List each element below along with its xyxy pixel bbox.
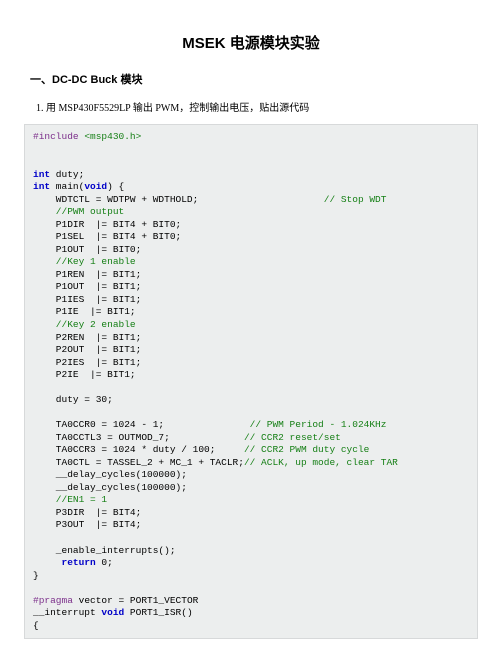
code-line: P3DIR |= BIT4; bbox=[33, 507, 141, 518]
code-token: #pragma bbox=[33, 595, 73, 606]
code-line: P2REN |= BIT1; bbox=[33, 332, 141, 343]
code-comment: //EN1 = 1 bbox=[33, 494, 107, 505]
code-line: P1OUT |= BIT1; bbox=[33, 281, 141, 292]
code-line: duty = 30; bbox=[33, 394, 113, 405]
code-comment: //PWM output bbox=[33, 206, 124, 217]
code-line: P1IE |= BIT1; bbox=[33, 306, 136, 317]
code-comment: // Stop WDT bbox=[324, 194, 387, 205]
code-line: __delay_cycles(100000); bbox=[33, 469, 187, 480]
code-line: _enable_interrupts(); bbox=[33, 545, 176, 556]
code-comment: // ACLK, up mode, clear TAR bbox=[244, 457, 398, 468]
code-line: P2IES |= BIT1; bbox=[33, 357, 141, 368]
code-line: P2IE |= BIT1; bbox=[33, 369, 136, 380]
code-comment: // CCR2 PWM duty cycle bbox=[244, 444, 369, 455]
code-token: ) { bbox=[107, 181, 124, 192]
code-block: #include <msp430.h> int duty; int main(v… bbox=[24, 124, 478, 639]
code-line: P1SEL |= BIT4 + BIT0; bbox=[33, 231, 181, 242]
code-token: __interrupt bbox=[33, 607, 101, 618]
code-line: P3OUT |= BIT4; bbox=[33, 519, 141, 530]
code-token: duty; bbox=[50, 169, 84, 180]
code-line bbox=[33, 557, 62, 568]
code-line: __delay_cycles(100000); bbox=[33, 482, 187, 493]
code-token: void bbox=[101, 607, 124, 618]
section-heading: 一、DC-DC Buck 模块 bbox=[30, 71, 472, 87]
code-token: int bbox=[33, 169, 50, 180]
code-line: P1DIR |= BIT4 + BIT0; bbox=[33, 219, 181, 230]
code-line: { bbox=[33, 620, 39, 631]
code-line: TA0CTL = TASSEL_2 + MC_1 + TACLR; bbox=[33, 457, 244, 468]
code-line: P1OUT |= BIT0; bbox=[33, 244, 141, 255]
code-token: PORT1_ISR() bbox=[124, 607, 192, 618]
page-title: MSEK 电源模块实验 bbox=[30, 32, 472, 53]
code-token: main( bbox=[50, 181, 84, 192]
code-line: P2OUT |= BIT1; bbox=[33, 344, 141, 355]
code-token: 0; bbox=[96, 557, 113, 568]
code-line: TA0CCR3 = 1024 * duty / 100; bbox=[33, 444, 244, 455]
code-line: } bbox=[33, 570, 39, 581]
code-token: void bbox=[84, 181, 107, 192]
code-token: <msp430.h> bbox=[84, 131, 141, 142]
code-comment: //Key 2 enable bbox=[33, 319, 136, 330]
code-line: TA0CCTL3 = OUTMOD_7; bbox=[33, 432, 244, 443]
code-line: TA0CCR0 = 1024 - 1; bbox=[33, 419, 250, 430]
instruction-text: 1. 用 MSP430F5529LP 输出 PWM，控制输出电压，贴出源代码 bbox=[36, 99, 472, 114]
code-line: P1IES |= BIT1; bbox=[33, 294, 141, 305]
code-token: vector = PORT1_VECTOR bbox=[73, 595, 198, 606]
code-comment: //Key 1 enable bbox=[33, 256, 136, 267]
code-token: int bbox=[33, 181, 50, 192]
code-line: WDTCTL = WDTPW + WDTHOLD; bbox=[33, 194, 324, 205]
code-token: #include bbox=[33, 131, 79, 142]
code-comment: // CCR2 reset/set bbox=[244, 432, 341, 443]
code-line: P1REN |= BIT1; bbox=[33, 269, 141, 280]
code-token: return bbox=[62, 557, 96, 568]
code-comment: // PWM Period - 1.024KHz bbox=[250, 419, 387, 430]
